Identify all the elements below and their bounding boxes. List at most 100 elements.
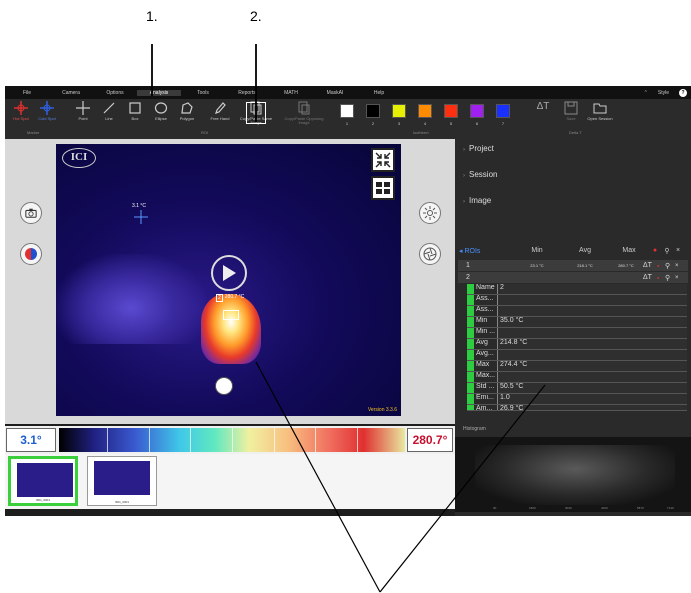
box-tool[interactable]: Box [123, 101, 147, 121]
menu-camera[interactable]: Camera [49, 90, 93, 96]
style-menu[interactable]: Style [658, 90, 669, 96]
settings-key-icon[interactable]: ⚲ [661, 247, 673, 255]
menu-reports[interactable]: Reports [225, 90, 269, 96]
cold-spot-tool[interactable]: Cold Spot [35, 101, 59, 121]
prop-value[interactable]: 274.4 °C [498, 361, 687, 371]
roi-row-1-close[interactable]: × [675, 263, 683, 269]
palette-toggle-button[interactable] [20, 243, 42, 265]
delta-t-icon: ΔT [536, 101, 550, 112]
isotherm-1-button[interactable] [340, 104, 354, 118]
isotherm-2-button[interactable] [366, 104, 380, 118]
focus-button[interactable] [419, 243, 441, 265]
chevron-right-icon: › [463, 199, 465, 205]
polygon-tool[interactable]: Polygon [175, 101, 199, 121]
prop-value[interactable] [498, 328, 687, 338]
isotherm-5-label: 5 [449, 121, 453, 126]
roi-row-1-delete[interactable]: ● [657, 263, 665, 268]
free-hand-tool[interactable]: Free Hand [208, 101, 232, 121]
roi-row-2-key[interactable]: ⚲ [665, 274, 675, 282]
col-avg: Avg [579, 247, 591, 254]
open-session-tool[interactable]: Open Session [585, 101, 615, 121]
prop-row: Name 2 [467, 284, 687, 295]
copy-paste-same-highlight [246, 102, 266, 124]
thumbnail-1[interactable]: IMG_0001 [8, 456, 78, 506]
hot-object [201, 294, 261, 364]
roi-row-2-dt[interactable]: ΔT [643, 274, 657, 281]
scale-min-value[interactable]: 3.1° [6, 428, 56, 452]
scale-max-value[interactable]: 280.7° [407, 428, 453, 452]
prop-value[interactable] [498, 372, 687, 382]
section-session[interactable]: › Session [463, 170, 497, 179]
line-tool[interactable]: Line [97, 101, 121, 121]
chevron-right-icon: › [463, 147, 465, 153]
prop-value[interactable]: 214.8 °C [498, 339, 687, 349]
roi-row-1-dt[interactable]: ΔT [643, 262, 657, 269]
collapse-ribbon-icon[interactable]: ⌃ [644, 90, 648, 96]
thumbnail-image [94, 461, 150, 495]
menu-tools[interactable]: Tools [181, 90, 225, 96]
isotherm-5-button[interactable] [444, 104, 458, 118]
roi-row-2-close[interactable]: × [675, 275, 683, 281]
isotherm-2-label: 2 [371, 121, 375, 126]
thumbnail-2[interactable]: IMG_0001 [87, 456, 157, 506]
layout-grid-button[interactable] [371, 176, 395, 200]
isotherm-3-button[interactable] [392, 104, 406, 118]
menu-options[interactable]: Options [93, 90, 137, 96]
play-button[interactable] [211, 255, 247, 291]
help-icon[interactable]: ? [679, 88, 687, 97]
copy-paste-opposing-tool[interactable]: Copy/Paste Opposing Image [282, 101, 326, 126]
app-window: File Camera Options Analysis Tools Repor… [5, 86, 691, 516]
scale-tick [190, 428, 192, 452]
ellipse-tool[interactable]: Ellipse [149, 101, 173, 121]
thermal-image[interactable]: ICI 3.1 °C 2 280.7 °C Version 3.3.6 [56, 144, 401, 416]
menu-file[interactable]: File [5, 90, 49, 96]
isotherm-7-button[interactable] [496, 104, 510, 118]
hot-spot-label: Hot Spot [13, 116, 29, 121]
roi-row-2[interactable]: 2 ΔT ● ⚲ × [458, 272, 688, 283]
marker-crosshair[interactable] [134, 210, 148, 224]
delta-t-tool[interactable]: ΔT [531, 101, 555, 117]
prop-value[interactable]: 26.9 °C [498, 405, 687, 410]
chevron-down-icon: ◂ [459, 247, 463, 255]
delta-t-group-label: Delta T [569, 130, 582, 135]
prop-value[interactable]: 2 [498, 284, 687, 294]
roi-row-1-key[interactable]: ⚲ [665, 262, 675, 270]
histogram-label: Histogram [463, 426, 486, 432]
menu-maskai[interactable]: MaskAI [313, 90, 357, 96]
prop-row: Avg... [467, 350, 687, 361]
prop-value[interactable]: 35.0 °C [498, 317, 687, 327]
section-rois[interactable]: ◂ ROIs [455, 247, 513, 255]
sun-icon [423, 206, 437, 220]
roi-row-1[interactable]: 1 23.1 °C 218.1 °C 280.7 °C ΔT ● ⚲ × [458, 260, 688, 271]
snapshot-button[interactable] [20, 202, 42, 224]
marker-temp-label: 3.1 °C [132, 203, 146, 209]
delete-all-icon[interactable]: ● [649, 247, 661, 254]
prop-value[interactable]: 50.5 °C [498, 383, 687, 393]
prop-value[interactable] [498, 295, 687, 305]
brightness-button[interactable] [419, 202, 441, 224]
roi-row-2-delete[interactable]: ● [657, 275, 665, 280]
prop-value[interactable]: 1.0 [498, 394, 687, 404]
section-image[interactable]: › Image [463, 196, 491, 205]
roi-row-2-id: 2 [466, 274, 470, 281]
thumbnail-toggle-button[interactable] [215, 377, 233, 395]
isotherm-6-button[interactable] [470, 104, 484, 118]
copy-paste-opposing-label: Copy/Paste Opposing Image [284, 116, 324, 126]
section-project[interactable]: › Project [463, 144, 494, 153]
point-tool[interactable]: Point [71, 101, 95, 121]
prop-key: Avg... [474, 350, 498, 360]
prop-key: Name [474, 284, 498, 294]
prop-value[interactable] [498, 350, 687, 360]
close-icon[interactable]: × [673, 247, 683, 254]
menu-help[interactable]: Help [357, 90, 401, 96]
fit-to-screen-button[interactable] [371, 148, 395, 172]
prop-value[interactable] [498, 306, 687, 316]
menu-math[interactable]: MATH [269, 90, 313, 96]
roi-2-shape[interactable] [223, 310, 239, 320]
prop-key: Std ... [474, 383, 498, 393]
menu-analysis[interactable]: Analysis [137, 89, 181, 96]
callout-1: 1. [146, 8, 158, 24]
save-tool[interactable]: Save [559, 101, 583, 121]
hot-spot-tool[interactable]: Hot Spot [9, 101, 33, 121]
isotherm-4-button[interactable] [418, 104, 432, 118]
